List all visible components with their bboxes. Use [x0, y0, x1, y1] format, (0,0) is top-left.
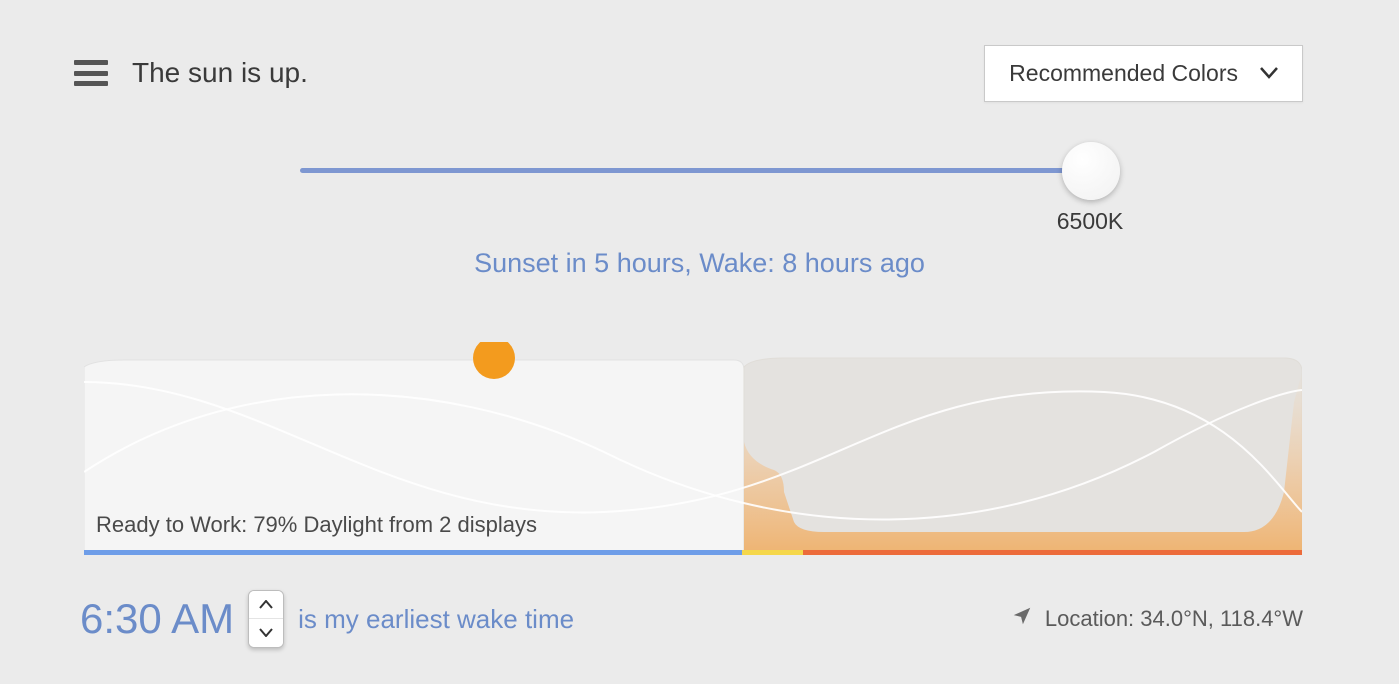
location-text: Location: 34.0°N, 118.4°W: [1045, 606, 1303, 632]
wake-time-stepper[interactable]: [248, 590, 284, 648]
slider-track: [300, 168, 1090, 173]
menu-icon[interactable]: [74, 60, 108, 86]
timebar-day-segment: [84, 550, 742, 555]
slider-value-label: 6500K: [1040, 208, 1140, 235]
timebar-sunset-segment: [742, 550, 803, 555]
wake-time-label: is my earliest wake time: [298, 604, 574, 635]
color-mode-dropdown[interactable]: Recommended Colors: [984, 45, 1303, 102]
color-temperature-slider[interactable]: 6500K: [300, 160, 1090, 230]
wake-time-down-button[interactable]: [249, 619, 283, 647]
footer: 6:30 AM is my earliest wake time Locatio…: [80, 590, 1303, 648]
wake-time-group: 6:30 AM is my earliest wake time: [80, 590, 574, 648]
header-left: The sun is up.: [74, 57, 308, 89]
header: The sun is up. Recommended Colors: [74, 43, 1303, 103]
location-arrow-icon: [1011, 605, 1033, 633]
sunset-wake-info: Sunset in 5 hours, Wake: 8 hours ago: [0, 248, 1399, 279]
chevron-down-icon: [1260, 62, 1278, 85]
status-text: The sun is up.: [132, 57, 308, 89]
timebar-night-segment: [803, 550, 1302, 555]
wake-time-value: 6:30 AM: [80, 595, 234, 643]
dropdown-label: Recommended Colors: [1009, 60, 1238, 87]
chart-status-text: Ready to Work: 79% Daylight from 2 displ…: [96, 512, 537, 538]
wake-time-up-button[interactable]: [249, 591, 283, 619]
daylight-chart: Ready to Work: 79% Daylight from 2 displ…: [84, 342, 1302, 552]
location-group[interactable]: Location: 34.0°N, 118.4°W: [1011, 605, 1303, 633]
slider-thumb[interactable]: [1062, 142, 1120, 200]
time-color-bar: [84, 550, 1302, 555]
